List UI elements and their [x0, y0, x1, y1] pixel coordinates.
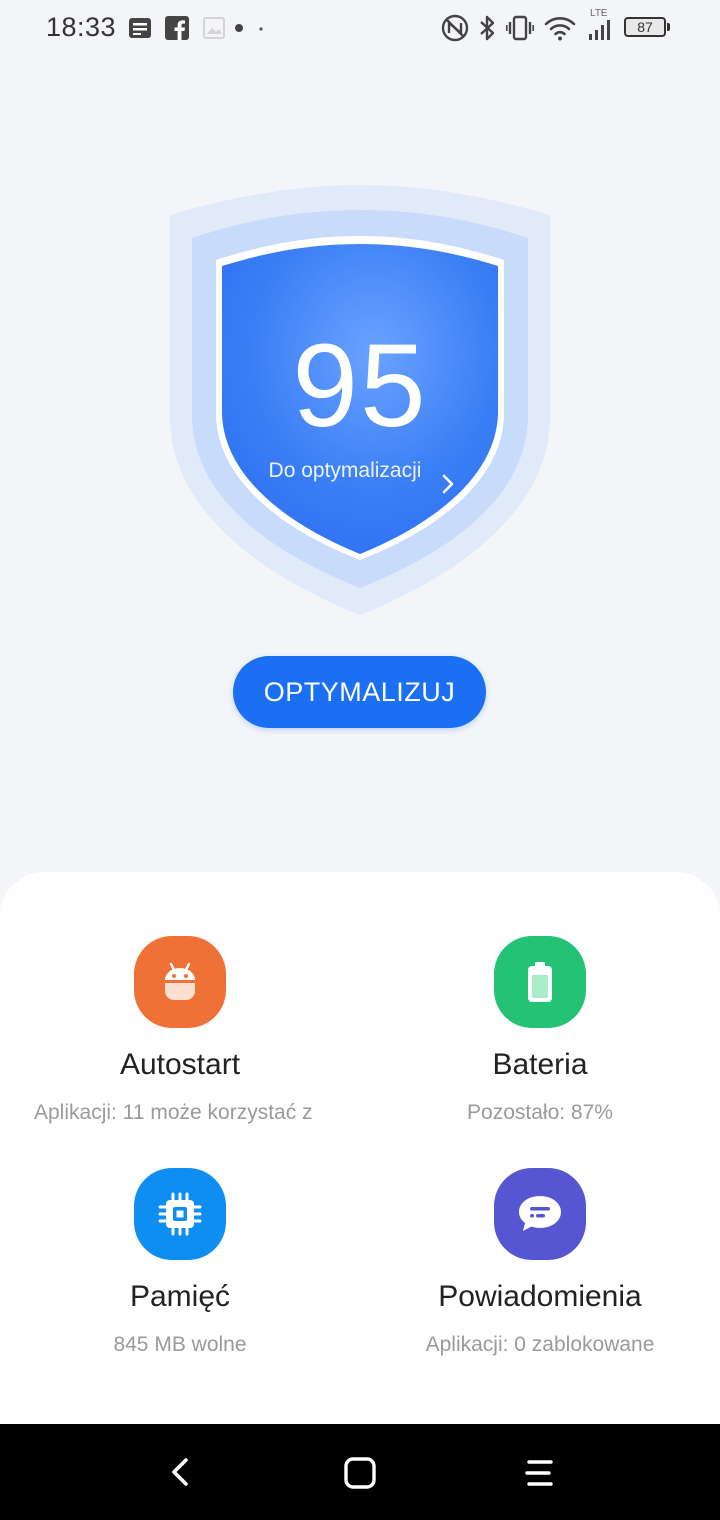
tile-subtitle: Aplikacji: 11 może korzystać z: [34, 1101, 313, 1124]
dot-icon: [235, 24, 243, 32]
facebook-icon: [165, 16, 189, 40]
android-icon: [165, 962, 195, 1000]
vibrate-icon: [506, 15, 534, 41]
tile-autostart[interactable]: Autostart Aplikacji: 11 może korzystać z: [0, 912, 360, 1124]
battery-icon: 87: [624, 17, 666, 37]
security-score: 95: [292, 320, 428, 452]
optimize-button[interactable]: OPTYMALIZUJ: [233, 656, 486, 728]
home-icon[interactable]: [343, 1456, 377, 1490]
tile-title: Bateria: [492, 1048, 588, 1081]
chip-icon: [158, 1192, 202, 1236]
menu-icon[interactable]: [524, 1458, 556, 1488]
tile-subtitle: 845 MB wolne: [113, 1333, 247, 1356]
back-icon[interactable]: [166, 1456, 196, 1488]
chevron-right-icon[interactable]: [440, 472, 456, 496]
small-dot-icon: [259, 27, 263, 31]
message-icon: [519, 1196, 561, 1231]
memory-icon-bg: [134, 1168, 226, 1260]
battery-level: 87: [637, 19, 653, 35]
battery-icon-bg: [494, 936, 586, 1028]
tile-battery[interactable]: Bateria Pozostało: 87%: [360, 912, 720, 1124]
notes-icon: [129, 18, 151, 38]
tile-title: Powiadomienia: [438, 1280, 642, 1313]
tile-title: Pamięć: [129, 1280, 231, 1313]
tile-subtitle: Pozostało: 87%: [467, 1101, 613, 1124]
tile-subtitle: Aplikacji: 0 zablokowane: [425, 1333, 655, 1356]
tile-memory[interactable]: Pamięć 845 MB wolne: [0, 1144, 360, 1356]
network-type-label: LTE: [590, 8, 608, 19]
battery-icon: [528, 962, 552, 1002]
autostart-icon-bg: [134, 936, 226, 1028]
status-time: 18:33: [46, 12, 117, 42]
bluetooth-icon: [480, 15, 495, 41]
nfc-icon: [441, 14, 469, 42]
optimization-label[interactable]: Do optymalizacji: [250, 456, 440, 485]
tile-title: Autostart: [119, 1048, 241, 1081]
notifications-icon-bg: [494, 1168, 586, 1260]
tools-card: Autostart Aplikacji: 11 może korzystać z…: [0, 872, 720, 1424]
navigation-bar: [0, 1424, 720, 1520]
status-bar: 18:33 LTE 87: [0, 0, 720, 58]
tile-notifications[interactable]: Powiadomienia Aplikacji: 0 zablokowane: [360, 1144, 720, 1356]
signal-icon: [589, 20, 610, 40]
wifi-icon: [544, 17, 576, 41]
battery-cap: [667, 23, 670, 31]
image-icon: [203, 17, 225, 39]
